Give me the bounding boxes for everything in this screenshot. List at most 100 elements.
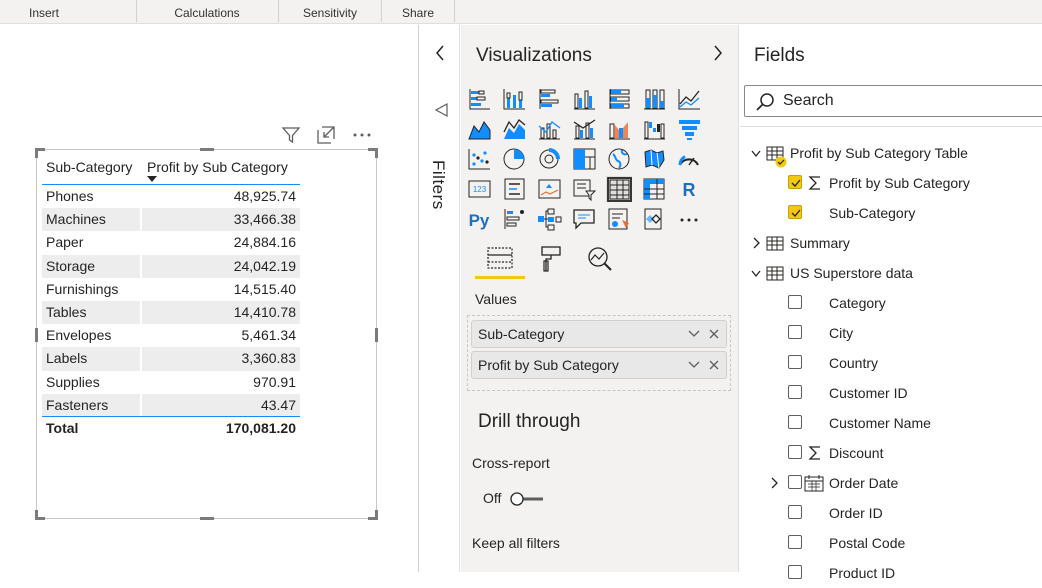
funnel-icon[interactable] (676, 116, 702, 142)
chevron-right-icon[interactable] (768, 477, 780, 489)
scatter-icon[interactable] (466, 146, 492, 172)
field-checkbox[interactable] (788, 325, 802, 339)
filters-pane-collapsed[interactable]: Filters (420, 25, 460, 572)
table-row[interactable]: Storage 24,042.19 (42, 254, 300, 278)
field-checkbox[interactable] (788, 205, 802, 219)
table-row[interactable]: Machines 33,466.38 (42, 208, 300, 232)
stacked-area-icon[interactable] (501, 116, 527, 142)
key-influencers-icon[interactable] (501, 206, 527, 232)
field-table-4[interactable]: US Superstore data (740, 258, 1042, 288)
decomposition-tree-icon[interactable] (536, 206, 562, 232)
donut-icon[interactable] (536, 146, 562, 172)
qa-icon[interactable] (571, 206, 597, 232)
field-table-0[interactable]: Profit by Sub Category Table (740, 138, 1042, 168)
paginated-icon[interactable] (641, 206, 667, 232)
table-visual[interactable]: Sub-Category Profit by Sub Category Phon… (35, 148, 378, 520)
more-options-icon[interactable] (351, 124, 373, 146)
table-row[interactable]: Supplies 970.91 (42, 371, 300, 394)
field-item-14[interactable]: Product ID (740, 558, 1042, 588)
chevron-down-icon[interactable] (750, 267, 762, 279)
close-icon[interactable] (708, 359, 720, 371)
smart-narrative-icon[interactable] (606, 206, 632, 232)
focus-mode-icon[interactable] (315, 124, 337, 146)
chevron-right-icon[interactable] (750, 237, 762, 249)
resize-handle[interactable] (35, 148, 38, 158)
field-checkbox[interactable] (788, 355, 802, 369)
table-row[interactable]: Paper 24,884.16 (42, 231, 300, 254)
resize-handle[interactable] (375, 510, 378, 520)
field-checkbox[interactable] (788, 535, 802, 549)
field-item-6[interactable]: City (740, 318, 1042, 348)
field-item-2[interactable]: Sub-Category (740, 198, 1042, 228)
column-header-sub-category[interactable]: Sub-Category (46, 159, 132, 175)
multirow-card-icon[interactable] (501, 176, 527, 202)
filters-label[interactable]: Filters (428, 160, 448, 210)
column-header-profit[interactable]: Profit by Sub Category (147, 159, 288, 175)
resize-handle[interactable] (35, 510, 38, 520)
chevron-down-icon[interactable] (750, 147, 762, 159)
format-paint-roller-icon[interactable] (536, 243, 566, 275)
table-row[interactable]: Furnishings 14,515.40 (42, 278, 300, 301)
field-checkbox[interactable] (788, 175, 802, 189)
field-item-11[interactable]: Order Date (740, 468, 1042, 498)
filter-icon[interactable] (280, 124, 302, 146)
line-column-icon[interactable] (536, 116, 562, 142)
field-item-12[interactable]: Order ID (740, 498, 1042, 528)
field-item-8[interactable]: Customer ID (740, 378, 1042, 408)
python-visual-icon[interactable]: Py (466, 206, 492, 232)
field-table-3[interactable]: Summary (740, 228, 1042, 258)
map-icon[interactable] (606, 146, 632, 172)
waterfall-icon[interactable] (641, 116, 667, 142)
gauge-icon[interactable] (676, 146, 702, 172)
field-checkbox[interactable] (788, 295, 802, 309)
field-item-9[interactable]: Customer Name (740, 408, 1042, 438)
area-chart-icon[interactable] (466, 116, 492, 142)
table-row[interactable]: Phones 48,925.74 (42, 185, 300, 208)
table-row[interactable]: Tables 14,410.78 (42, 300, 300, 325)
card-icon[interactable]: 123 (466, 176, 492, 202)
table-icon[interactable] (606, 176, 632, 202)
clustered-column-icon[interactable] (571, 86, 597, 112)
100-column-icon[interactable] (641, 86, 667, 112)
report-canvas[interactable]: Sub-Category Profit by Sub Category Phon… (0, 25, 419, 572)
resize-handle[interactable] (35, 328, 38, 342)
resize-handle[interactable] (375, 328, 378, 342)
table-row[interactable]: Envelopes 5,461.34 (42, 324, 300, 347)
ribbon-chart-icon[interactable] (606, 116, 632, 142)
resize-handle[interactable] (375, 148, 378, 158)
ribbon-tab-calculations[interactable]: Calculations (137, 0, 277, 24)
stacked-column-icon[interactable] (501, 86, 527, 112)
ribbon-tab-share[interactable]: Share (382, 0, 454, 24)
kpi-icon[interactable] (536, 176, 562, 202)
field-checkbox[interactable] (788, 475, 802, 489)
close-icon[interactable] (708, 328, 720, 340)
field-pill-profit[interactable]: Profit by Sub Category (471, 351, 727, 379)
chevron-down-icon[interactable] (688, 329, 700, 339)
table-row[interactable]: Fasteners 43.47 (42, 393, 300, 417)
slicer-icon[interactable] (571, 176, 597, 202)
filled-map-icon[interactable] (641, 146, 667, 172)
treemap-icon[interactable] (571, 146, 597, 172)
table-row[interactable]: Labels 3,360.83 (42, 347, 300, 371)
field-item-1[interactable]: Profit by Sub Category (740, 168, 1042, 198)
100-bar-icon[interactable] (606, 86, 632, 112)
chevron-right-icon[interactable] (711, 43, 725, 63)
r-visual-icon[interactable]: R (676, 176, 702, 202)
fields-tab-icon[interactable] (485, 243, 515, 275)
ribbon-tab-insert[interactable]: Insert (0, 0, 88, 24)
more-visuals-icon[interactable] (676, 206, 702, 232)
field-checkbox[interactable] (788, 445, 802, 459)
field-checkbox[interactable] (788, 565, 802, 579)
line-chart-icon[interactable] (676, 86, 702, 112)
search-input[interactable]: Search (744, 85, 1042, 117)
chevron-left-icon[interactable] (433, 43, 447, 63)
field-checkbox[interactable] (788, 415, 802, 429)
field-checkbox[interactable] (788, 385, 802, 399)
values-well[interactable]: Sub-Category Profit by Sub Category (467, 315, 731, 391)
field-item-10[interactable]: Discount (740, 438, 1042, 468)
chevron-down-icon[interactable] (688, 360, 700, 370)
line-clustered-column-icon[interactable] (571, 116, 597, 142)
field-item-5[interactable]: Category (740, 288, 1042, 318)
field-checkbox[interactable] (788, 505, 802, 519)
field-pill-sub-category[interactable]: Sub-Category (471, 320, 727, 348)
